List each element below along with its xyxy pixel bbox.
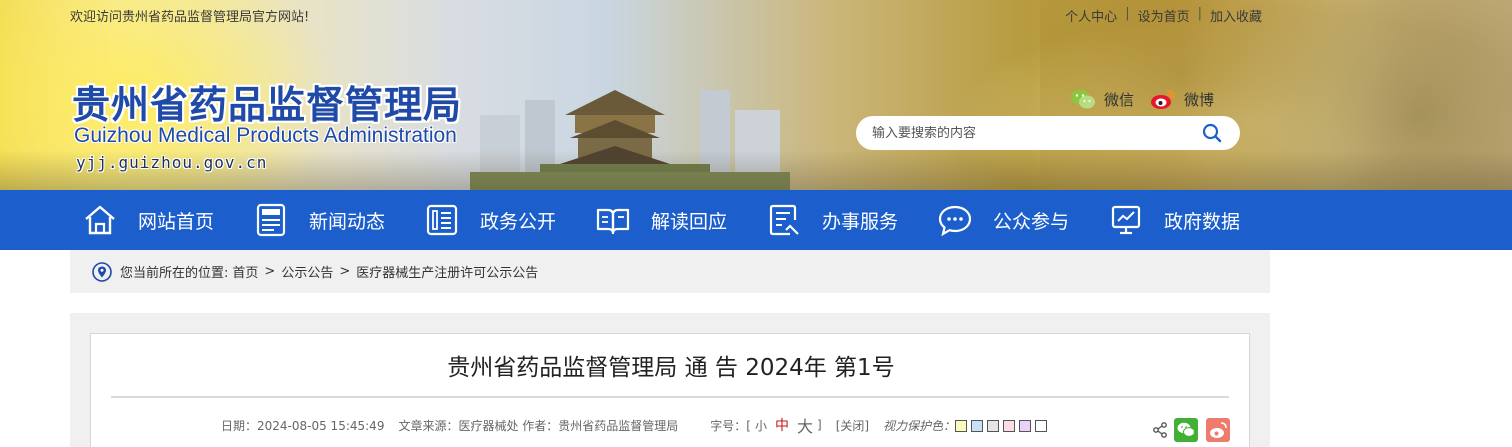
- nav-item-public-participation[interactable]: 公众参与: [937, 190, 1108, 250]
- search-box: [856, 116, 1240, 150]
- newspaper-icon: [253, 202, 289, 238]
- weibo-link[interactable]: 微博: [1150, 88, 1214, 110]
- eye-care-swatch[interactable]: [1003, 419, 1016, 432]
- nav-label: 政务公开: [480, 210, 557, 233]
- header-banner: 欢迎访问贵州省药品监督管理局官方网站! 个人中心 | 设为首页 | 加入收藏 贵…: [0, 0, 1512, 190]
- top-bar: 欢迎访问贵州省药品监督管理局官方网站! 个人中心 | 设为首页 | 加入收藏: [0, 0, 1512, 30]
- article-title: 贵州省药品监督管理局 通 告 2024年 第1号: [447, 355, 895, 381]
- nav-label: 网站首页: [138, 210, 215, 233]
- article-card: 贵州省药品监督管理局 通 告 2024年 第1号 日期：2024-08-05 1…: [90, 333, 1250, 447]
- separator: |: [1125, 6, 1130, 21]
- article-source: 文章来源：医疗器械处 作者：贵州省药品监督管理局: [398, 418, 679, 433]
- wechat-share-icon[interactable]: [1174, 418, 1198, 442]
- breadcrumb-home[interactable]: 首页: [232, 262, 258, 281]
- wechat-icon: [1071, 89, 1095, 109]
- chart-monitor-icon: [1108, 202, 1144, 238]
- nav-label: 公众参与: [993, 210, 1070, 233]
- chat-bubble-icon: [937, 202, 973, 238]
- set-homepage-link[interactable]: 设为首页: [1138, 6, 1190, 25]
- nav-item-services[interactable]: 办事服务: [766, 190, 937, 250]
- font-size-label: 字号：[: [710, 418, 751, 433]
- breadcrumb: 您当前所在的位置: 首页 > 公示公告 > 医疗器械生产注册许可公示公告: [70, 250, 1270, 293]
- main-nav: 网站首页 新闻动态 政务公开 解读回应 办事服务 公众参与 政府数据: [0, 190, 1512, 250]
- nav-item-interpretation[interactable]: 解读回应: [595, 190, 766, 250]
- eye-care-swatch[interactable]: [955, 419, 968, 432]
- article-meta: 日期：2024-08-05 15:45:49 文章来源：医疗器械处 作者：贵州省…: [221, 413, 1051, 437]
- share-bar: [1152, 418, 1230, 442]
- wechat-label: 微信: [1104, 90, 1135, 109]
- welcome-text: 欢迎访问贵州省药品监督管理局官方网站!: [70, 10, 310, 25]
- nav-label: 新闻动态: [309, 210, 386, 233]
- eye-care-label: 视力保护色：: [883, 418, 956, 433]
- nav-item-news[interactable]: 新闻动态: [253, 190, 424, 250]
- nav-label: 解读回应: [651, 210, 728, 233]
- nav-items: 网站首页 新闻动态 政务公开 解读回应 办事服务 公众参与 政府数据: [82, 190, 1279, 250]
- location-pin-icon: [92, 261, 112, 282]
- site-logo-title[interactable]: 贵州省药品监督管理局: [72, 74, 462, 129]
- site-logo-english: Guizhou Medical Products Administration: [74, 124, 457, 147]
- eye-care-swatch[interactable]: [1019, 419, 1032, 432]
- breadcrumb-separator: >: [264, 264, 276, 279]
- font-size-medium-button[interactable]: 中: [775, 415, 789, 435]
- breadcrumb-current[interactable]: 医疗器械生产注册许可公示公告: [356, 262, 538, 281]
- social-links: 微信 微博: [1070, 88, 1230, 110]
- nav-label: 办事服务: [822, 210, 899, 233]
- top-links: 个人中心 | 设为首页 | 加入收藏: [1065, 6, 1262, 25]
- eye-care-swatch[interactable]: [971, 419, 984, 432]
- wechat-link[interactable]: 微信: [1070, 88, 1134, 110]
- eye-care-swatch[interactable]: [1035, 419, 1048, 432]
- breadcrumb-separator: >: [339, 264, 351, 279]
- form-icon: [766, 202, 802, 238]
- article-date: 日期：2024-08-05 15:45:49: [221, 418, 385, 433]
- font-size-small-button[interactable]: 小: [755, 417, 767, 434]
- font-size-large-button[interactable]: 大: [797, 413, 813, 437]
- close-button[interactable]: [关闭]: [836, 417, 869, 434]
- breadcrumb-prefix: 您当前所在的位置:: [120, 266, 229, 281]
- separator: |: [1197, 6, 1202, 21]
- nav-item-government-affairs[interactable]: 政务公开: [424, 190, 595, 250]
- weibo-icon: [1151, 90, 1176, 109]
- weibo-share-icon[interactable]: [1206, 418, 1230, 442]
- search-input[interactable]: [872, 125, 1182, 141]
- font-size-bracket: ]: [817, 418, 822, 432]
- eye-care-swatch[interactable]: [987, 419, 1000, 432]
- search-icon[interactable]: [1202, 123, 1222, 143]
- nav-label: 政府数据: [1164, 210, 1241, 233]
- weibo-label: 微博: [1184, 90, 1215, 109]
- site-domain: yjj.guizhou.gov.cn: [76, 153, 268, 172]
- share-icon[interactable]: [1152, 422, 1168, 438]
- add-favorite-link[interactable]: 加入收藏: [1210, 6, 1262, 25]
- breadcrumb-announcements[interactable]: 公示公告: [281, 262, 333, 281]
- title-divider: [111, 396, 1229, 398]
- nav-item-home[interactable]: 网站首页: [82, 190, 253, 250]
- nav-item-government-data[interactable]: 政府数据: [1108, 190, 1279, 250]
- home-icon: [82, 202, 118, 238]
- eye-care-swatches: [955, 418, 1051, 432]
- document-icon: [424, 202, 460, 238]
- open-book-icon: [595, 202, 631, 238]
- personal-center-link[interactable]: 个人中心: [1065, 6, 1117, 25]
